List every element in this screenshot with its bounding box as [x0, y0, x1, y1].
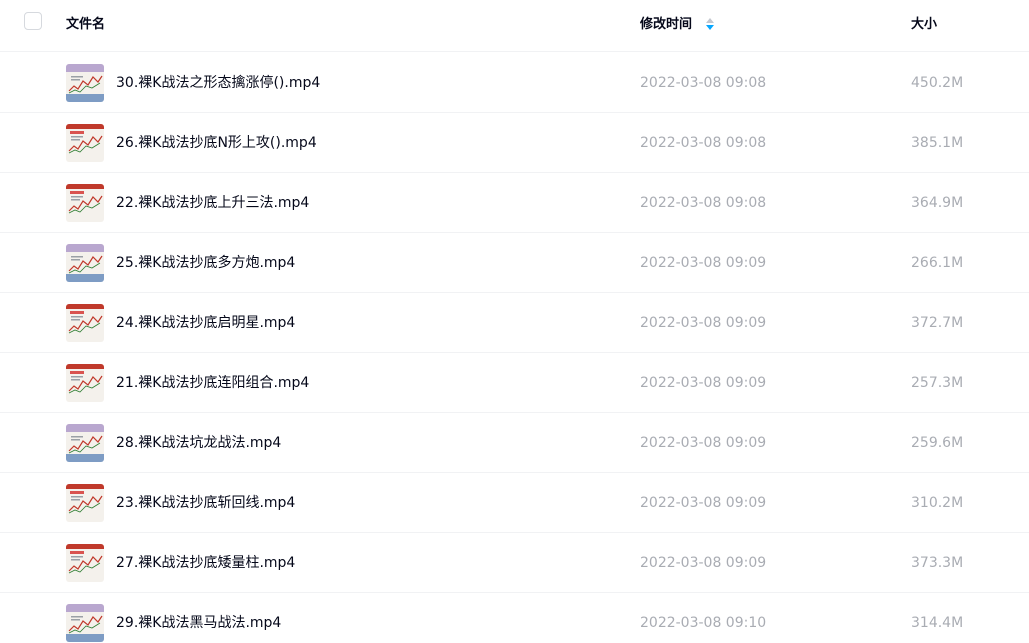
video-thumbnail-icon[interactable] — [66, 304, 104, 342]
file-row[interactable]: 28.裸K战法坑龙战法.mp4 2022-03-08 09:09 259.6M — [0, 413, 1029, 473]
video-thumbnail-icon[interactable] — [66, 184, 104, 222]
file-size: 372.7M — [911, 315, 964, 331]
file-name[interactable]: 28.裸K战法坑龙战法.mp4 — [116, 434, 281, 452]
file-name[interactable]: 26.裸K战法抄底N形上攻().mp4 — [116, 134, 317, 152]
file-size: 385.1M — [911, 135, 964, 151]
file-row[interactable]: 27.裸K战法抄底矮量柱.mp4 2022-03-08 09:09 373.3M — [0, 533, 1029, 593]
file-size: 450.2M — [911, 75, 964, 91]
file-modified-time: 2022-03-08 09:09 — [640, 495, 767, 511]
file-name[interactable]: 29.裸K战法黑马战法.mp4 — [116, 614, 281, 632]
column-header-size[interactable]: 大小 — [911, 16, 937, 34]
column-header-modified-time[interactable]: 修改时间 — [640, 16, 692, 34]
file-row[interactable]: 22.裸K战法抄底上升三法.mp4 2022-03-08 09:08 364.9M — [0, 173, 1029, 233]
file-size: 259.6M — [911, 435, 964, 451]
file-row[interactable]: 23.裸K战法抄底斩回线.mp4 2022-03-08 09:09 310.2M — [0, 473, 1029, 533]
video-thumbnail-icon[interactable] — [66, 244, 104, 282]
file-row[interactable]: 25.裸K战法抄底多方炮.mp4 2022-03-08 09:09 266.1M — [0, 233, 1029, 293]
file-name[interactable]: 30.裸K战法之形态擒涨停().mp4 — [116, 74, 320, 92]
file-name[interactable]: 24.裸K战法抄底启明星.mp4 — [116, 314, 295, 332]
file-list-table: 文件名 修改时间 大小 30.裸K战法之形态擒涨停().mp4 2022-03-0… — [0, 0, 1029, 643]
video-thumbnail-icon[interactable] — [66, 124, 104, 162]
video-thumbnail-icon[interactable] — [66, 604, 104, 642]
file-size: 364.9M — [911, 195, 964, 211]
file-modified-time: 2022-03-08 09:08 — [640, 195, 767, 211]
file-row[interactable]: 29.裸K战法黑马战法.mp4 2022-03-08 09:10 314.4M — [0, 593, 1029, 643]
file-modified-time: 2022-03-08 09:09 — [640, 375, 767, 391]
sort-icon[interactable] — [705, 16, 715, 32]
file-modified-time: 2022-03-08 09:09 — [640, 555, 767, 571]
file-name[interactable]: 21.裸K战法抄底连阳组合.mp4 — [116, 374, 309, 392]
select-all-checkbox[interactable] — [24, 12, 42, 30]
table-header: 文件名 修改时间 大小 — [0, 0, 1029, 52]
file-row[interactable]: 21.裸K战法抄底连阳组合.mp4 2022-03-08 09:09 257.3M — [0, 353, 1029, 413]
file-size: 314.4M — [911, 615, 964, 631]
file-row[interactable]: 30.裸K战法之形态擒涨停().mp4 2022-03-08 09:08 450.2… — [0, 53, 1029, 113]
file-name[interactable]: 27.裸K战法抄底矮量柱.mp4 — [116, 554, 295, 572]
file-row[interactable]: 24.裸K战法抄底启明星.mp4 2022-03-08 09:09 372.7M — [0, 293, 1029, 353]
file-row[interactable]: 26.裸K战法抄底N形上攻().mp4 2022-03-08 09:08 385.1… — [0, 113, 1029, 173]
video-thumbnail-icon[interactable] — [66, 544, 104, 582]
file-size: 373.3M — [911, 555, 964, 571]
file-size: 257.3M — [911, 375, 964, 391]
video-thumbnail-icon[interactable] — [66, 484, 104, 522]
video-thumbnail-icon[interactable] — [66, 424, 104, 462]
file-modified-time: 2022-03-08 09:10 — [640, 615, 767, 631]
file-modified-time: 2022-03-08 09:09 — [640, 315, 767, 331]
file-name[interactable]: 22.裸K战法抄底上升三法.mp4 — [116, 194, 309, 212]
column-header-name[interactable]: 文件名 — [66, 16, 105, 34]
file-size: 266.1M — [911, 255, 964, 271]
file-modified-time: 2022-03-08 09:09 — [640, 435, 767, 451]
file-modified-time: 2022-03-08 09:09 — [640, 255, 767, 271]
file-modified-time: 2022-03-08 09:08 — [640, 75, 767, 91]
file-size: 310.2M — [911, 495, 964, 511]
file-modified-time: 2022-03-08 09:08 — [640, 135, 767, 151]
file-name[interactable]: 23.裸K战法抄底斩回线.mp4 — [116, 494, 295, 512]
video-thumbnail-icon[interactable] — [66, 64, 104, 102]
video-thumbnail-icon[interactable] — [66, 364, 104, 402]
file-name[interactable]: 25.裸K战法抄底多方炮.mp4 — [116, 254, 295, 272]
